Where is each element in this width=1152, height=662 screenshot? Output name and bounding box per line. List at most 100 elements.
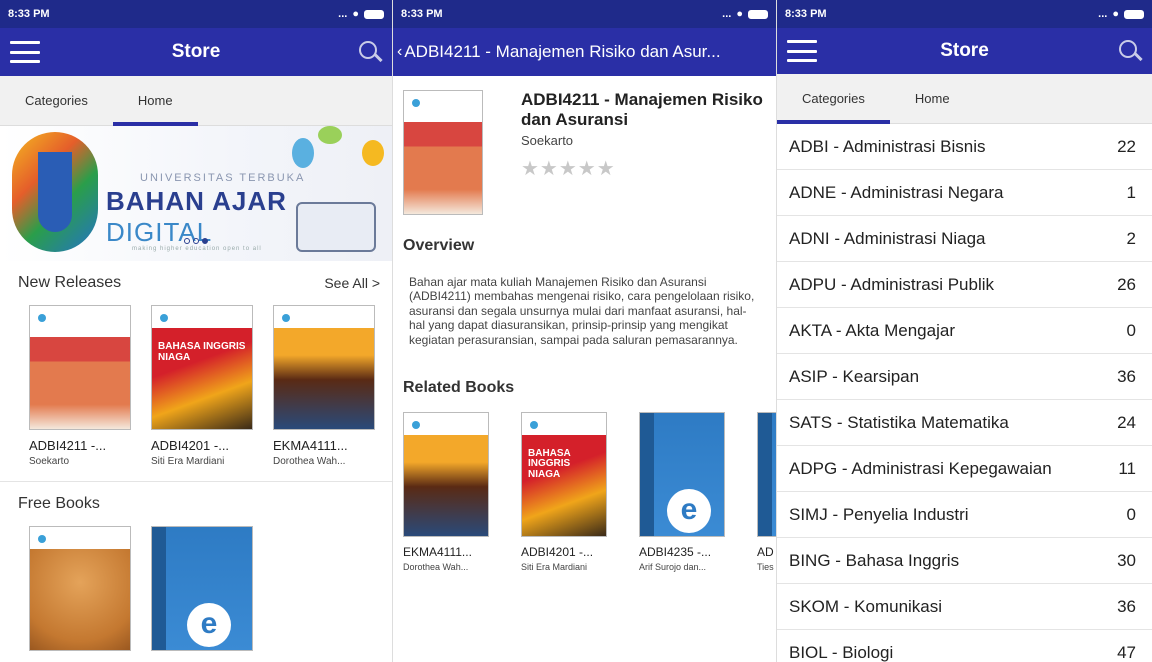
book-author: Ties bbox=[757, 561, 774, 572]
wifi-icon: ● bbox=[352, 8, 359, 20]
tab-categories[interactable]: Categories bbox=[0, 76, 113, 126]
book-title: EKMA4111... bbox=[403, 544, 472, 559]
category-name: BING - Bahasa Inggris bbox=[789, 550, 960, 570]
category-name: ADBI - Administrasi Bisnis bbox=[789, 136, 986, 156]
book-card[interactable]: AD Ties bbox=[757, 411, 776, 572]
category-list: ADBI - Administrasi Bisnis 22 ADNE - Admin… bbox=[777, 124, 1152, 662]
book-cover bbox=[29, 305, 131, 430]
book-cover bbox=[403, 90, 483, 215]
wifi-icon: ● bbox=[1112, 8, 1119, 20]
e-book-icon: e bbox=[667, 489, 711, 534]
book-author: Soekarto bbox=[521, 133, 574, 149]
category-item[interactable]: AKTA - Akta Mengajar 0 bbox=[777, 308, 1152, 354]
book-header: ADBI4211 - Manajemen Risiko dan Asuransi… bbox=[393, 76, 776, 215]
status-icons: ... ● bbox=[338, 8, 384, 20]
category-item[interactable]: BING - Bahasa Inggris 30 bbox=[777, 538, 1152, 584]
book-author: Siti Era Mardiani bbox=[521, 561, 588, 572]
book-card[interactable]: EKMA4111... Dorothea Wah... bbox=[273, 305, 375, 467]
hamburger-icon[interactable] bbox=[10, 41, 40, 63]
category-item[interactable]: SKOM - Komunikasi 36 bbox=[777, 584, 1152, 630]
new-releases-header: New Releases See All > bbox=[0, 261, 392, 305]
app-bar-title: Store bbox=[171, 41, 221, 62]
book-author: Arif Surojo dan... bbox=[639, 561, 707, 572]
flask-icon bbox=[362, 140, 384, 166]
category-count: 26 bbox=[1117, 274, 1136, 294]
category-item[interactable]: BIOL - Biologi 47 bbox=[777, 630, 1152, 662]
category-count: 0 bbox=[1126, 320, 1136, 340]
banner-subtitle: UNIVERSITAS TERBUKA bbox=[140, 172, 306, 184]
category-item[interactable]: ADNI - Administrasi Niaga 2 bbox=[777, 216, 1152, 262]
app-bar: Store bbox=[777, 28, 1152, 74]
tab-home[interactable]: Home bbox=[890, 74, 975, 124]
category-count: 36 bbox=[1117, 596, 1136, 616]
category-item[interactable]: SATS - Statistika Matematika 24 bbox=[777, 400, 1152, 446]
tab-bar: Categories Home bbox=[777, 74, 1152, 124]
category-name: AKTA - Akta Mengajar bbox=[789, 320, 955, 340]
app-bar-title: ADBI4211 - Manajemen Risiko dan Asur... bbox=[404, 42, 721, 61]
status-time: 8:33 PM bbox=[785, 8, 827, 20]
rating-stars[interactable]: ★★★★★ bbox=[521, 156, 768, 181]
category-count: 36 bbox=[1117, 366, 1136, 386]
book-card[interactable]: EKMA4111... Dorothea Wah... bbox=[403, 411, 505, 572]
category-item[interactable]: ADPU - Administrasi Publik 26 bbox=[777, 262, 1152, 308]
see-all-link[interactable]: See All > bbox=[324, 275, 380, 291]
app-bar: Store bbox=[0, 28, 392, 76]
category-name: ADPG - Administrasi Kepegawaian bbox=[789, 458, 1052, 478]
book-title: ADBI4201 -... bbox=[521, 544, 594, 559]
book-cover bbox=[757, 411, 776, 537]
promo-banner[interactable]: UNIVERSITAS TERBUKA BAHAN AJAR DIGITAL m… bbox=[0, 126, 392, 261]
app-bar: ‹ ADBI4211 - Manajemen Risiko dan Asur..… bbox=[393, 28, 776, 76]
book-card[interactable]: BAHASA INGGRIS NIAGA ADBI4201 -... Siti … bbox=[151, 305, 253, 467]
app-bar-title: Store bbox=[940, 40, 989, 61]
new-releases-list: ADBI4211 -... Soekarto BAHASA INGGRIS NI… bbox=[0, 305, 392, 467]
category-count: 1 bbox=[1126, 182, 1136, 202]
category-count: 0 bbox=[1126, 504, 1136, 524]
book-card[interactable]: ADBI4211 -... Soekarto bbox=[29, 305, 131, 467]
category-count: 24 bbox=[1117, 412, 1136, 432]
battery-icon bbox=[1124, 9, 1144, 19]
search-icon[interactable] bbox=[1118, 39, 1142, 63]
book-title: ADBI4235 -... bbox=[639, 544, 712, 559]
book-author: Dorothea Wah... bbox=[403, 561, 469, 572]
book-title: ADBI4211 - Manajemen Risiko dan Asuransi bbox=[521, 90, 763, 129]
tab-home[interactable]: Home bbox=[112, 76, 198, 126]
status-icons: ... ● bbox=[1098, 8, 1144, 20]
status-time: 8:33 PM bbox=[8, 8, 50, 20]
book-card[interactable] bbox=[29, 526, 131, 651]
hamburger-icon[interactable] bbox=[787, 40, 817, 62]
book-title: ADBI4201 -... bbox=[151, 438, 230, 453]
book-cover: e bbox=[639, 411, 725, 537]
category-count: 2 bbox=[1126, 228, 1136, 248]
book-cover bbox=[273, 305, 375, 430]
category-name: SKOM - Komunikasi bbox=[789, 596, 943, 616]
category-item[interactable]: ASIP - Kearsipan 36 bbox=[777, 354, 1152, 400]
chevron-left-icon[interactable]: ‹ bbox=[397, 43, 402, 61]
three-screens: 8:33 PM ... ● Store Categories Home UNIV… bbox=[0, 0, 1152, 662]
bulb-icon bbox=[292, 138, 314, 168]
ut-logo bbox=[12, 132, 98, 252]
free-books-header: Free Books bbox=[0, 482, 392, 526]
banner-tagline: making higher education open to all bbox=[132, 246, 262, 252]
categories-screen: 8:33 PM ... ● Store Categories Home ADBI… bbox=[776, 0, 1152, 662]
book-card[interactable]: e ADBI4235 -... Arif Surojo dan... bbox=[639, 411, 741, 572]
tab-categories[interactable]: Categories bbox=[777, 74, 890, 124]
battery-icon bbox=[748, 9, 768, 19]
category-count: 11 bbox=[1118, 458, 1136, 478]
category-name: ASIP - Kearsipan bbox=[789, 366, 920, 386]
status-icons: ... ● bbox=[722, 8, 768, 20]
status-bar: 8:33 PM ... ● bbox=[0, 0, 392, 28]
category-name: SATS - Statistika Matematika bbox=[789, 412, 1009, 432]
category-item[interactable]: ADPG - Administrasi Kepegawaian 11 bbox=[777, 446, 1152, 492]
book-card[interactable]: BAHASA INGGRIS NIAGA ADBI4201 -... Siti … bbox=[521, 411, 623, 572]
category-item[interactable]: SIMJ - Penyelia Industri 0 bbox=[777, 492, 1152, 538]
search-icon[interactable] bbox=[358, 40, 382, 64]
decor-bubble bbox=[318, 126, 342, 144]
category-item[interactable]: ADNE - Administrasi Negara 1 bbox=[777, 170, 1152, 216]
book-title: EKMA4111... bbox=[273, 438, 348, 453]
book-card[interactable]: e bbox=[151, 526, 253, 651]
book-title: AD bbox=[757, 544, 774, 559]
book-author: Siti Era Mardiani bbox=[151, 456, 225, 467]
tablet-illustration bbox=[296, 202, 376, 252]
category-item[interactable]: ADBI - Administrasi Bisnis 22 bbox=[777, 124, 1152, 170]
carousel-dots[interactable] bbox=[184, 238, 208, 244]
